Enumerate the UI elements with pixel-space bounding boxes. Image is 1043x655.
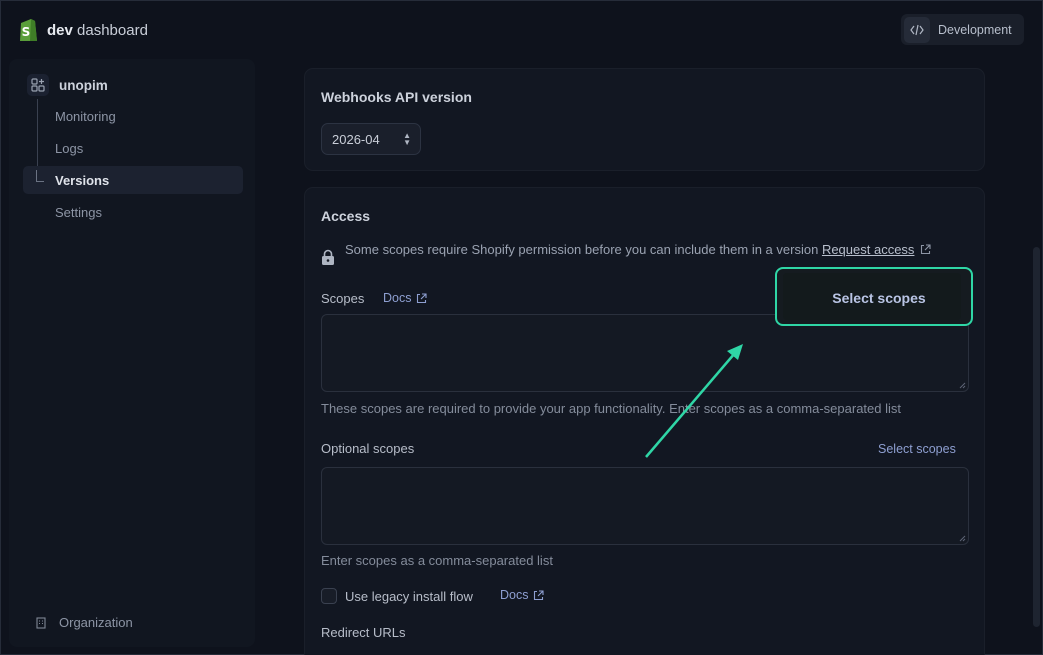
sidebar-item-logs[interactable]: Logs [55,141,83,156]
external-link-icon [534,589,545,600]
sidebar-item-settings[interactable]: Settings [55,205,102,220]
organization-label: Organization [59,615,133,630]
page-scrollbar[interactable] [1033,247,1040,627]
webhooks-card: Webhooks API version 2026-04 ▲ ▼ [304,68,985,171]
lock-icon [322,249,334,265]
sidebar-item-label: Versions [55,173,110,188]
access-card: Access Some scopes require Shopify permi… [304,187,985,655]
sidebar-item-monitoring[interactable]: Monitoring [55,109,116,124]
resize-handle-icon[interactable] [958,381,966,389]
apps-icon [27,74,49,96]
select-arrows-icon: ▲ ▼ [403,131,411,147]
select-scopes-highlight[interactable]: Select scopes [775,267,973,326]
shopify-logo-icon: S [20,19,37,41]
svg-text:S: S [22,25,31,39]
app-name: unopim [59,77,108,93]
request-access-link[interactable]: Request access [822,242,915,257]
environment-label: Development [938,22,1012,37]
redirect-urls-label: Redirect URLs [321,625,406,640]
sidebar-app[interactable]: unopim [27,74,108,96]
api-version-value: 2026-04 [332,132,380,147]
access-title: Access [321,208,371,224]
sidebar-item-versions[interactable]: Versions [23,166,243,194]
optional-scopes-label: Optional scopes [321,441,415,456]
scopes-help-text: These scopes are required to provide you… [321,401,902,416]
optional-select-scopes-button[interactable]: Select scopes [878,442,956,456]
code-icon [904,16,930,43]
legacy-install-label: Use legacy install flow [345,589,473,604]
building-icon [36,616,46,629]
sidebar-organization[interactable]: Organization [35,615,133,630]
webhooks-title: Webhooks API version [321,89,472,105]
environment-button[interactable]: Development [901,14,1024,45]
select-scopes-button[interactable]: Select scopes [777,269,973,326]
external-link-icon [417,292,428,303]
optional-scopes-help-text: Enter scopes as a comma-separated list [321,553,553,568]
brand-title: dev dashboard [47,21,148,39]
resize-handle-icon[interactable] [958,534,966,542]
external-link-icon[interactable] [920,244,931,255]
sidebar: unopim Monitoring Logs Versions Settings… [9,59,255,647]
optional-scopes-textarea[interactable] [321,467,969,545]
tree-elbow [36,170,44,182]
scopes-docs-link[interactable]: Docs [383,291,428,305]
api-version-select[interactable]: 2026-04 ▲ ▼ [321,123,421,155]
brand[interactable]: S dev dashboard [17,17,148,43]
legacy-install-checkbox[interactable] [321,588,337,604]
scope-permission-notice: Some scopes require Shopify permission b… [345,240,960,260]
top-bar: S dev dashboard Development [1,1,1043,57]
legacy-docs-link[interactable]: Docs [500,588,545,602]
scopes-label: Scopes [321,291,365,306]
